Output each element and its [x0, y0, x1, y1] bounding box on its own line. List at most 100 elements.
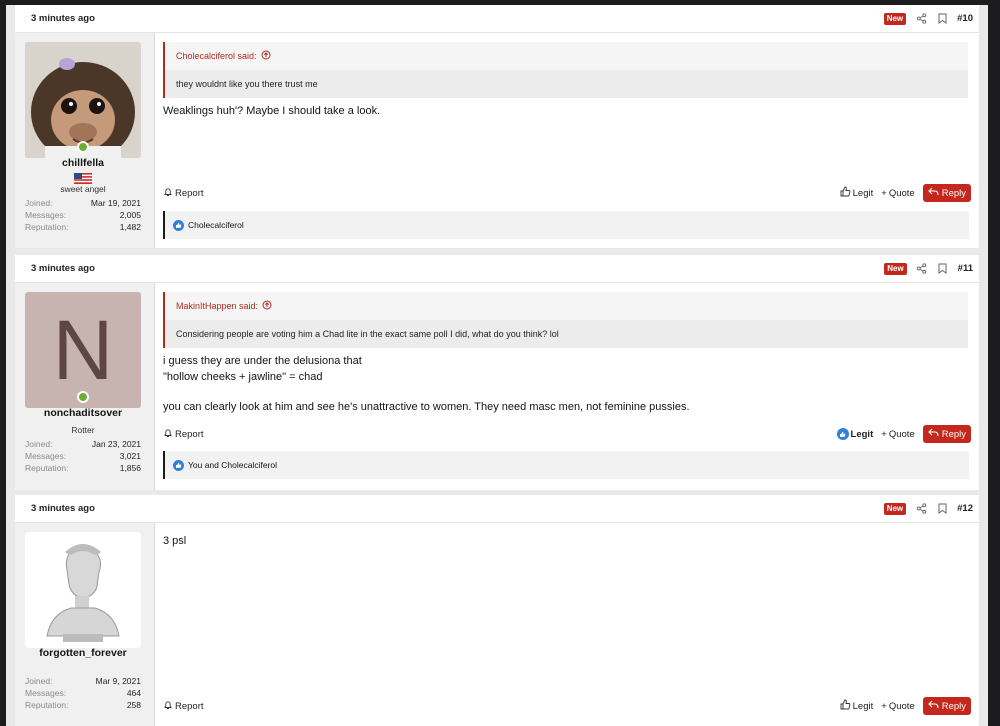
username[interactable]: forgotten_forever: [15, 647, 151, 659]
stat-value: 464: [126, 688, 141, 698]
share-icon[interactable]: [915, 13, 927, 25]
quote-button[interactable]: + Quote: [881, 429, 914, 440]
reply-icon: [927, 428, 939, 440]
quote-block: Cholecalciferol said: they wouldnt like …: [163, 42, 968, 98]
report-label: Report: [175, 187, 204, 199]
quote-block: MakinItHappen said: Considering people a…: [163, 292, 968, 348]
legit-button-active[interactable]: Legit: [836, 428, 874, 440]
post-number[interactable]: #10: [957, 13, 973, 24]
post-header: 3 minutes ago New #10: [15, 5, 979, 33]
stat-label: Joined:: [25, 676, 53, 686]
reply-label: Reply: [941, 187, 966, 199]
quote-text: they wouldnt like you there trust me: [165, 70, 968, 98]
post-timestamp[interactable]: 3 minutes ago: [31, 263, 95, 274]
legit-button[interactable]: Legit: [840, 699, 874, 713]
post-12: 3 minutes ago New #12 forgotten_forever …: [15, 495, 979, 726]
quote-jump-icon[interactable]: [261, 50, 271, 62]
share-icon[interactable]: [915, 503, 927, 515]
plus-icon: +: [881, 700, 887, 712]
stat-value: 1,856: [119, 463, 141, 473]
reply-icon: [927, 187, 939, 199]
post-timestamp[interactable]: 3 minutes ago: [31, 503, 95, 514]
report-label: Report: [175, 428, 204, 440]
stat-label: Reputation:: [25, 222, 69, 232]
quote-author[interactable]: MakinItHappen said:: [176, 301, 258, 311]
legit-button[interactable]: Legit: [840, 186, 874, 200]
reactions-text: You and Cholecalciferol: [188, 460, 277, 470]
user-stats: Joined: Mar 9, 2021 Messages: 464 Reputati…: [25, 675, 141, 711]
bookmark-icon[interactable]: [936, 13, 948, 25]
report-button[interactable]: Report: [163, 700, 204, 713]
message-line: 3 psl: [163, 535, 187, 547]
post-actions: Report Legit + Quote Reply: [163, 184, 971, 202]
reply-label: Reply: [941, 428, 966, 440]
reply-label: Reply: [941, 700, 966, 712]
online-indicator: [77, 391, 89, 403]
stat-value: Mar 9, 2021: [95, 676, 141, 686]
stat-value: Mar 19, 2021: [90, 198, 141, 208]
new-badge: New: [883, 502, 907, 515]
stat-label: Reputation:: [25, 700, 69, 710]
online-indicator: [77, 141, 89, 153]
legit-label: Legit: [852, 187, 874, 199]
message-line: "hollow cheeks + jawline" = chad: [163, 371, 323, 383]
stat-label: Messages:: [25, 210, 67, 220]
stat-label: Messages:: [25, 451, 67, 461]
bell-icon: [163, 187, 173, 200]
reply-icon: [927, 700, 939, 712]
message-content: 3 psl Report Legit + Quote Reply: [155, 523, 979, 726]
legit-label: Legit: [850, 428, 874, 440]
like-icon: [173, 219, 184, 231]
quote-text: Considering people are voting him a Chad…: [165, 320, 968, 348]
report-button[interactable]: Report: [163, 187, 204, 200]
reactions-bar[interactable]: Cholecalciferol: [163, 211, 969, 239]
stat-value: 258: [126, 700, 141, 710]
reply-button[interactable]: Reply: [922, 425, 971, 443]
us-flag-icon: [74, 171, 92, 184]
username[interactable]: nonchaditsover: [15, 407, 151, 419]
like-icon: [173, 459, 184, 471]
plus-icon: +: [881, 428, 887, 440]
message-content: Cholecalciferol said: they wouldnt like …: [155, 33, 979, 248]
bell-icon: [163, 700, 173, 713]
stat-label: Reputation:: [25, 463, 69, 473]
legit-label: Legit: [852, 700, 874, 712]
bell-icon: [163, 428, 173, 441]
post-header: 3 minutes ago New #12: [15, 495, 979, 523]
bookmark-icon[interactable]: [937, 263, 949, 275]
message-line: you can clearly look at him and see he's…: [163, 401, 690, 413]
quote-button[interactable]: + Quote: [881, 701, 914, 712]
user-stats: Joined: Mar 19, 2021 Messages: 2,005 Reput…: [25, 197, 141, 233]
new-badge: New: [883, 12, 907, 25]
quote-author[interactable]: Cholecalciferol said:: [176, 51, 257, 61]
post-number[interactable]: #12: [957, 503, 973, 514]
stat-value: 3,021: [119, 451, 141, 461]
stat-label: Joined:: [25, 198, 53, 208]
quote-button[interactable]: + Quote: [881, 188, 914, 199]
user-title: Rotter: [71, 425, 95, 435]
stat-value: 1,482: [119, 222, 141, 232]
stat-label: Messages:: [25, 688, 67, 698]
post-timestamp[interactable]: 3 minutes ago: [31, 13, 95, 24]
reactions-text: Cholecalciferol: [188, 220, 244, 230]
stat-value: Jan 23, 2021: [91, 439, 141, 449]
bookmark-icon[interactable]: [936, 503, 948, 515]
stat-label: Joined:: [25, 439, 53, 449]
quote-label: Quote: [888, 700, 915, 712]
reply-button[interactable]: Reply: [922, 697, 971, 715]
statue-avatar[interactable]: [25, 532, 141, 648]
user-info: N nonchaditsover Rotter Joined: Jan 23, 2…: [15, 283, 155, 490]
stat-value: 2,005: [119, 210, 141, 220]
post-header: 3 minutes ago New #11: [15, 255, 979, 283]
message-line: i guess they are under the delusiona tha…: [163, 355, 362, 367]
quote-label: Quote: [888, 428, 915, 440]
report-button[interactable]: Report: [163, 428, 204, 441]
plus-icon: +: [881, 187, 887, 199]
reactions-bar[interactable]: You and Cholecalciferol: [163, 451, 969, 479]
username[interactable]: chillfella: [15, 157, 151, 169]
share-icon[interactable]: [916, 263, 928, 275]
post-number[interactable]: #11: [958, 263, 973, 274]
quote-jump-icon[interactable]: [262, 300, 272, 312]
message-content: MakinItHappen said: Considering people a…: [155, 283, 979, 490]
reply-button[interactable]: Reply: [922, 184, 971, 202]
